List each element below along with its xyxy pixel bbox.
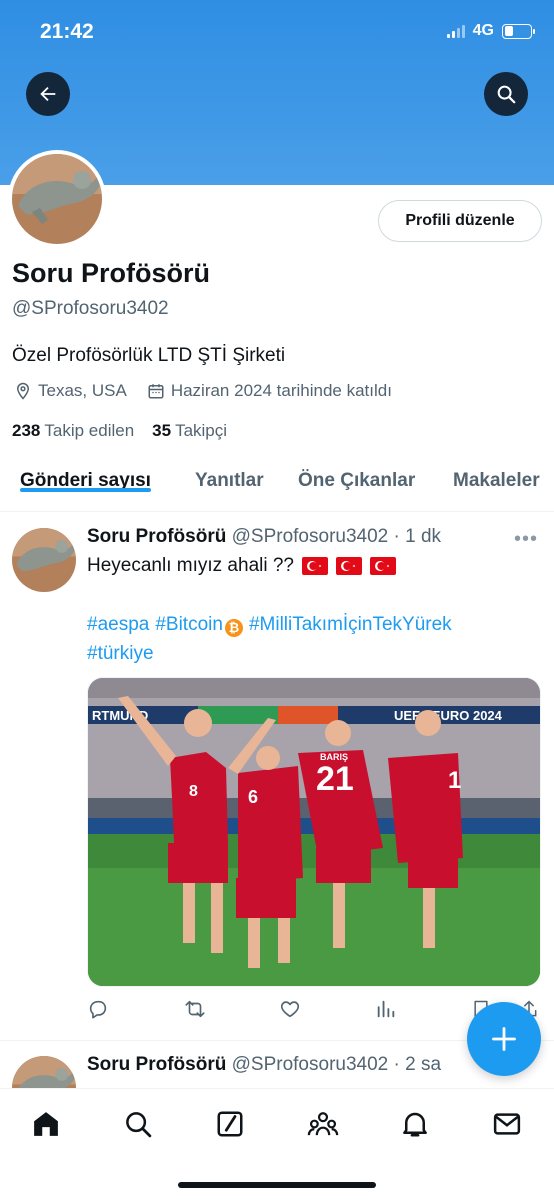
nav-communities[interactable] [306,1107,340,1141]
post-time: · 1 dk [393,526,442,547]
follow-stats: 238 Takip edilen 35 Takipçi [12,421,227,441]
jersey-number: 21 [316,760,354,798]
hashtag-link[interactable]: #aespa [87,614,149,635]
status-indicators: 4G [446,22,535,40]
following-link[interactable]: 238 Takip edilen [12,421,134,441]
profile-location: Texas, USA [38,381,127,400]
post-actions [87,998,537,1024]
followers-link[interactable]: 35 Takipçi [152,421,227,441]
following-count: 238 [12,421,41,440]
post-author-avatar[interactable] [12,528,76,592]
search-icon [497,85,516,104]
status-time: 21:42 [40,20,94,43]
post-body: Heyecanlı mıyız ahali ?? [87,555,294,576]
reply-button[interactable] [87,998,109,1025]
repost-icon [185,1000,205,1018]
edit-profile-button[interactable]: Profili düzenle [378,200,542,242]
messages-icon [493,1113,521,1135]
views-button[interactable] [375,998,397,1025]
profile-tabs: Gönderi sayısı Yanıtlar Öne Çıkanlar Mak… [0,460,554,512]
nav-notifications[interactable] [398,1107,432,1141]
tab-highlights[interactable]: Öne Çıkanlar [298,460,415,492]
post-header: Soru Profösörü @SProfosoru3402 · 1 dk [87,526,441,548]
post-author-name[interactable]: Soru Profösörü [87,1054,226,1075]
nav-search[interactable] [121,1107,155,1141]
nav-grok[interactable] [213,1107,247,1141]
more-options-icon[interactable]: ••• [514,528,538,551]
jersey-name: BARIŞ [320,752,348,762]
back-button[interactable] [26,72,70,116]
media-banner-right: UEFA EURO 2024 [394,708,503,723]
tab-articles[interactable]: Makaleler [453,460,540,492]
reply-icon [89,1000,107,1019]
tab-replies[interactable]: Yanıtlar [195,460,264,492]
profile-meta: Texas, USA Haziran 2024 tarihinde katıld… [14,381,392,401]
turkey-flag-icon [370,557,396,575]
search-icon [126,1112,152,1138]
plus-icon [492,1027,516,1051]
profile-bio: Özel Profösörlük LTD ŞTİ Şirketi [12,345,286,366]
calendar-icon [148,384,164,399]
post-header: Soru Profösörü @SProfosoru3402 · 2 sa [87,1054,441,1076]
compose-button[interactable] [467,1002,541,1076]
bitcoin-icon: ₿ [224,619,243,637]
tab-posts[interactable]: Gönderi sayısı [20,460,151,492]
home-icon [34,1112,58,1136]
post-media-image[interactable]: RTMUND UEFA EURO 2024 8 6 21 BARIŞ 1 [87,677,541,987]
location-pin-icon [16,382,30,400]
repost-button[interactable] [183,998,207,1025]
post-author-name[interactable]: Soru Profösörü [87,526,226,547]
notifications-icon [403,1112,427,1137]
hashtag-link[interactable]: #türkiye [87,643,154,664]
profile-handle: @SProfosoru3402 [12,298,169,319]
post-text: Heyecanlı mıyız ahali ?? [87,555,396,577]
profile-display-name: Soru Profösörü [12,258,211,288]
nav-home[interactable] [29,1107,63,1141]
jersey-number: 6 [248,787,258,807]
arrow-left-icon [40,86,56,102]
communities-icon [307,1112,339,1136]
hashtag-link[interactable]: #Bitcoin [155,614,223,635]
like-button[interactable] [279,998,301,1025]
views-icon [377,1000,395,1018]
following-label: Takip edilen [44,421,135,440]
turkey-flag-icon [336,557,362,575]
profile-joined: Haziran 2024 tarihinde katıldı [170,381,392,400]
profile-avatar[interactable] [8,150,106,248]
battery-icon [502,23,535,39]
grok-icon [217,1111,243,1137]
turkey-flag-icon [302,557,328,575]
post-author-handle: @SProfosoru3402 [231,526,389,547]
network-type: 4G [472,22,494,39]
post-author-handle: @SProfosoru3402 [231,1054,389,1075]
hashtag-link[interactable]: #MilliTakımİçinTekYürek [249,614,452,635]
signal-icon [446,24,465,38]
followers-label: Takipçi [175,421,228,440]
jersey-number: 1 [448,767,461,794]
heart-icon [280,1001,300,1018]
followers-count: 35 [152,421,172,440]
search-button[interactable] [484,72,528,116]
post-hashtags: #aespa #Bitcoin ₿ #MilliTakımİçinTekYürek #… [87,610,537,668]
post-time: · 2 sa [393,1054,442,1075]
jersey-number: 8 [189,783,198,800]
home-indicator [178,1182,376,1188]
nav-messages[interactable] [490,1107,524,1141]
